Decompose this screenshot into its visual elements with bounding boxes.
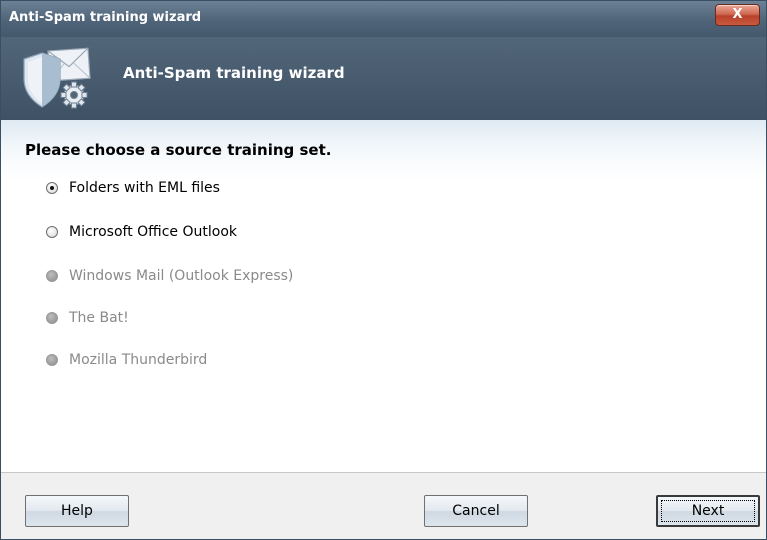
radio-button xyxy=(46,312,58,324)
radio-button xyxy=(46,270,58,282)
close-icon: X xyxy=(732,7,743,22)
page-prompt: Please choose a source training set. xyxy=(25,141,332,159)
wizard-title: Anti-Spam training wizard xyxy=(123,64,345,82)
option-label: Windows Mail (Outlook Express) xyxy=(69,268,294,284)
wizard-header: Anti-Spam training wizard xyxy=(1,37,766,120)
radio-button[interactable] xyxy=(46,182,58,194)
radio-button xyxy=(46,354,58,366)
option-label: The Bat! xyxy=(69,310,129,326)
wizard-content: Please choose a source training set. Fol… xyxy=(1,120,766,472)
wizard-window: Anti-Spam training wizard X Anti-Spam tr… xyxy=(0,0,767,540)
focus-rectangle xyxy=(661,500,755,522)
option-ms-outlook[interactable]: Microsoft Office Outlook xyxy=(46,222,237,242)
option-label: Mozilla Thunderbird xyxy=(69,352,208,368)
option-the-bat: The Bat! xyxy=(46,308,129,328)
option-eml-folders[interactable]: Folders with EML files xyxy=(46,178,220,198)
close-button[interactable]: X xyxy=(715,4,760,26)
wizard-footer: Help Cancel Next xyxy=(1,472,766,539)
option-thunderbird: Mozilla Thunderbird xyxy=(46,350,207,370)
cancel-button[interactable]: Cancel xyxy=(424,495,528,527)
window-title: Anti-Spam training wizard xyxy=(9,10,202,25)
radio-button[interactable] xyxy=(46,226,58,238)
option-windows-mail: Windows Mail (Outlook Express) xyxy=(46,266,293,286)
option-label: Folders with EML files xyxy=(69,180,220,196)
option-label: Microsoft Office Outlook xyxy=(69,224,237,240)
shield-mail-gear-icon xyxy=(23,47,91,109)
next-button[interactable]: Next xyxy=(656,495,760,527)
title-bar[interactable]: Anti-Spam training wizard X xyxy=(1,1,766,37)
help-button[interactable]: Help xyxy=(25,495,129,527)
